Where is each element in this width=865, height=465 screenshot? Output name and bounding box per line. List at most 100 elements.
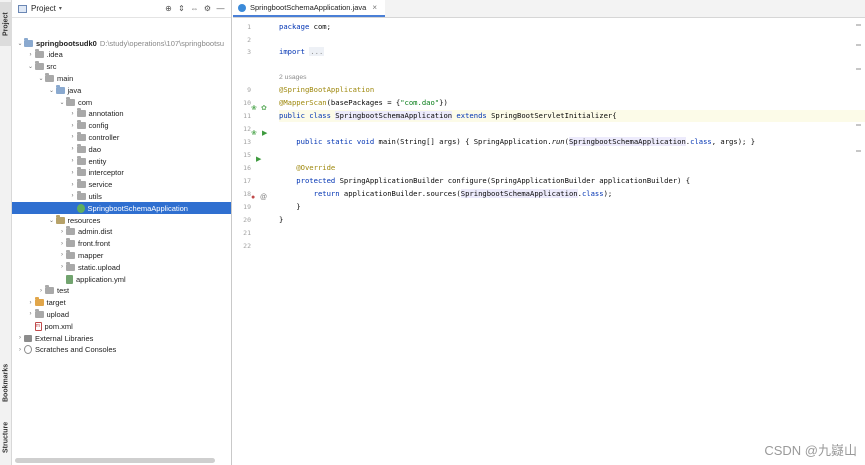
gear-icon[interactable]: ⚙ [201,2,214,16]
tree-item[interactable]: › test [12,285,231,297]
tree-item[interactable]: › interceptor [12,167,231,179]
tree-item[interactable]: › upload [12,308,231,320]
tree-item[interactable]: › .idea [12,49,231,61]
error-stripe-mark[interactable] [856,24,861,26]
chevron-right-icon[interactable]: › [69,158,77,164]
folder-blue-icon [55,84,65,94]
folder-blue-icon [24,37,33,47]
chevron-right-icon[interactable]: › [69,182,77,188]
chevron-right-icon[interactable]: › [27,52,35,58]
chevron-right-icon[interactable]: › [69,123,77,129]
tree-item[interactable]: › External Libraries [12,332,231,344]
tree-item[interactable]: › utils [12,190,231,202]
override-icon[interactable]: ● [251,194,255,201]
tree-item-label: mapper [78,250,104,260]
chevron-down-icon[interactable]: ▾ [59,5,62,12]
chevron-right-icon[interactable]: › [58,252,66,258]
annotation-gutter-icon[interactable]: @ [260,194,267,201]
chevron-right-icon[interactable]: › [69,146,77,152]
tree-item[interactable]: › dao [12,143,231,155]
close-icon[interactable]: × [372,3,377,12]
tree-item[interactable]: › front.front [12,238,231,250]
chevron-right-icon[interactable]: › [69,193,77,199]
tree-item[interactable]: › service [12,179,231,191]
tree-item[interactable]: › mapper [12,249,231,261]
chevron-down-icon[interactable]: ⌄ [16,40,24,47]
line-number: 11 [243,112,251,120]
tree-item[interactable]: › Scratches and Consoles [12,344,231,356]
tree-item-label: .idea [46,50,63,60]
spring-bean-icon[interactable]: ❀ [251,129,257,137]
chevron-right-icon[interactable]: › [16,347,24,353]
line-number: 20 [243,216,251,224]
folded-imports[interactable]: ... [309,47,325,56]
tree-item-label: src [46,62,57,72]
chevron-down-icon[interactable]: ⌄ [58,99,66,106]
tree-item-label: dao [88,144,102,154]
editor-gutter: ❀ ✿ ❀ ▶ ▶ ● @ 1 2 3 9 10 11 12 13 15 16 17 18 19 20 21… [233,18,278,465]
tree-item[interactable]: › static.upload [12,261,231,273]
expand-all-icon[interactable]: ⇕ [175,2,188,16]
chevron-down-icon[interactable]: ⌄ [37,75,45,82]
run-icon[interactable]: ▶ [256,155,261,163]
line-number: 3 [247,48,251,56]
line-number: 10 [243,99,251,107]
error-stripe-mark[interactable] [856,124,861,126]
chevron-right-icon[interactable]: › [69,111,77,117]
tree-item[interactable]: ⌄ src [12,61,231,73]
tree-item-label: springbootsudk0 [36,38,97,48]
tree-item-label: admin.dist [78,227,113,237]
bookmarks-tool-tab[interactable]: Bookmarks [0,362,12,404]
tree-item[interactable]: › target [12,297,231,309]
tree-item[interactable]: › config [12,120,231,132]
tree-item[interactable]: m pom.xml [12,320,231,332]
usages-hint[interactable]: 2 usages [279,71,307,83]
project-tool-tab[interactable]: Project [0,2,12,46]
tree-item[interactable]: application.yml [12,273,231,285]
collapse-all-icon[interactable]: ⇔ [188,2,201,16]
tree-item[interactable]: ⌄ resources [12,214,231,226]
select-opened-file-icon[interactable]: ⊕ [162,2,175,16]
chevron-right-icon[interactable]: › [58,241,66,247]
tree-item[interactable]: ⌄ com [12,96,231,108]
chevron-right-icon[interactable]: › [58,264,66,270]
tree-item[interactable]: ⌄ main [12,72,231,84]
structure-tool-tab[interactable]: Structure [0,418,12,456]
chevron-right-icon[interactable]: › [27,300,35,306]
chevron-right-icon[interactable]: › [69,134,77,140]
line-number: 18 [243,190,251,198]
chevron-down-icon[interactable]: ⌄ [27,63,35,70]
chevron-right-icon[interactable]: › [58,229,66,235]
chevron-down-icon[interactable]: ⌄ [48,217,56,224]
tree-item-label: SpringbootSchemaApplication [87,203,188,213]
chevron-right-icon[interactable]: › [37,288,45,294]
tree-item[interactable]: › admin.dist [12,226,231,238]
package-icon [76,167,86,177]
tree-item[interactable]: ⌄ java [12,84,231,96]
tree-item[interactable]: ⌄ springbootsudk0 D:\study\operations\107\… [12,37,231,49]
editor-tab-active[interactable]: SpringbootSchemaApplication.java × [233,0,385,17]
tree-item-label: java [67,85,82,95]
tree-item-label: service [88,180,113,190]
spring-bean-icon[interactable]: ❀ [251,104,257,112]
tree-item[interactable]: › controller [12,131,231,143]
code-line: } [279,202,301,211]
horizontal-scrollbar[interactable] [15,458,215,463]
chevron-right-icon[interactable]: › [27,311,35,317]
tree-item[interactable]: › entity [12,155,231,167]
chevron-down-icon[interactable]: ⌄ [48,87,56,94]
error-stripe-mark[interactable] [856,44,861,46]
tree-item-label: resources [67,215,101,225]
error-stripe-mark[interactable] [856,68,861,70]
tree-item[interactable]: SpringbootSchemaApplication [12,202,231,215]
code-area[interactable]: package com; import ... 2 usages @Spring… [279,18,865,465]
tree-item[interactable]: › annotation [12,108,231,120]
run-icon[interactable]: ▶ [262,129,267,137]
tool-window-strip: Project Bookmarks Structure [0,0,12,465]
project-view-selector[interactable]: Project [31,4,56,13]
chevron-right-icon[interactable]: › [69,170,77,176]
hide-panel-icon[interactable]: — [214,2,227,16]
chevron-right-icon[interactable]: › [16,335,24,341]
error-stripe-mark[interactable] [856,150,861,152]
spring-config-icon[interactable]: ✿ [261,104,267,112]
